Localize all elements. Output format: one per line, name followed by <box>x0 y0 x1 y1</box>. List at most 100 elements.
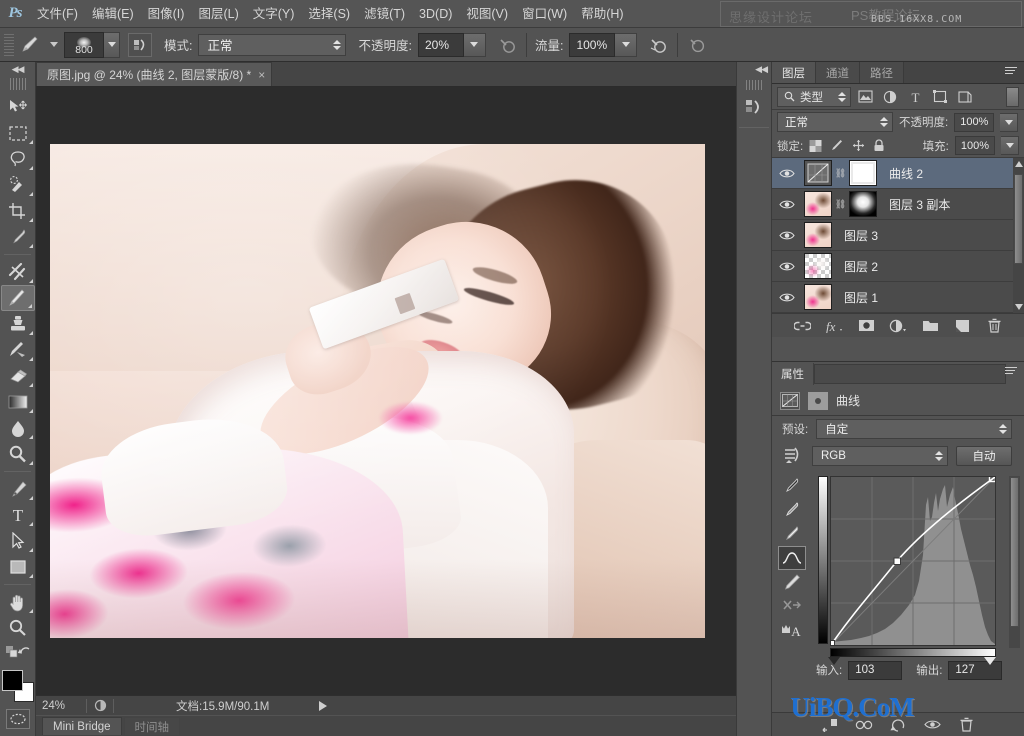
menu-type[interactable]: 文字(Y) <box>246 0 302 28</box>
tools-collapse-button[interactable]: ◀◀ <box>0 62 35 76</box>
auto-button[interactable]: 自动 <box>956 446 1012 466</box>
black-point-eyedropper-icon[interactable] <box>778 474 806 498</box>
menu-view[interactable]: 视图(V) <box>459 0 515 28</box>
menu-help[interactable]: 帮助(H) <box>574 0 630 28</box>
layer-row-layer-1[interactable]: 图层 1 <box>772 282 1024 313</box>
layer-mask-thumbnail[interactable] <box>849 160 877 186</box>
menu-edit[interactable]: 编辑(E) <box>85 0 141 28</box>
layer-row-curves-2[interactable]: ⛓ 曲线 2 <box>772 158 1024 189</box>
clip-to-layer-icon[interactable] <box>808 391 828 410</box>
path-selection-tool[interactable] <box>1 528 35 554</box>
layer-thumbnail-image[interactable] <box>804 284 832 310</box>
filter-smart-object-icon[interactable] <box>954 87 976 107</box>
lock-position-icon[interactable] <box>852 139 865 152</box>
delete-layer-icon[interactable] <box>985 317 1003 335</box>
layer-visibility-toggle[interactable] <box>774 261 800 272</box>
menu-filter[interactable]: 滤镜(T) <box>357 0 412 28</box>
scrollbar-thumb[interactable] <box>1014 174 1023 264</box>
black-point-slider[interactable] <box>828 657 840 665</box>
crop-tool[interactable] <box>1 198 35 224</box>
history-brush-tool[interactable] <box>1 337 35 363</box>
default-colors-icon[interactable] <box>1 641 35 663</box>
layer-row-layer-3[interactable]: 图层 3 <box>772 220 1024 251</box>
filter-pixel-icon[interactable] <box>854 87 876 107</box>
edit-points-curve-icon[interactable] <box>778 546 806 570</box>
scroll-up-arrow-icon[interactable] <box>1013 158 1024 170</box>
tablet-pressure-size-icon[interactable] <box>684 32 710 58</box>
tab-properties[interactable]: 属性 <box>772 363 814 385</box>
layer-filter-type-select[interactable]: 类型 <box>777 86 851 107</box>
status-expand-arrow-icon[interactable] <box>319 700 328 711</box>
airbrush-toggle-icon[interactable] <box>128 32 152 57</box>
scroll-down-arrow-icon[interactable] <box>1013 301 1024 313</box>
layer-visibility-toggle[interactable] <box>774 292 800 303</box>
menu-select[interactable]: 选择(S) <box>301 0 357 28</box>
tab-channels[interactable]: 通道 <box>816 62 860 83</box>
layer-list[interactable]: ⛓ 曲线 2 ⛓ 图层 3 副本 图层 3 图层 2 图层 1 <box>772 158 1024 313</box>
channel-select[interactable]: RGB <box>812 446 948 466</box>
layer-mask-thumbnail[interactable] <box>849 191 877 217</box>
type-tool[interactable]: T <box>1 502 35 528</box>
dodge-tool[interactable] <box>1 441 35 467</box>
opacity-dropdown[interactable] <box>463 32 486 57</box>
blend-mode-select[interactable]: 正常 <box>198 33 347 56</box>
opacity-pressure-icon[interactable] <box>494 32 520 58</box>
layer-visibility-toggle[interactable] <box>774 168 800 179</box>
lasso-tool[interactable] <box>1 146 35 172</box>
layer-row-layer-2[interactable]: 图层 2 <box>772 251 1024 282</box>
curves-graph[interactable] <box>818 476 996 665</box>
foreground-color-swatch[interactable] <box>1 670 23 691</box>
history-panel-icon[interactable] <box>738 93 770 123</box>
clipping-warning-icon[interactable]: A <box>778 618 806 642</box>
tab-timeline[interactable]: 时间轴 <box>123 717 181 735</box>
lock-image-pixels-icon[interactable] <box>830 139 844 152</box>
rectangle-tool[interactable] <box>1 554 35 580</box>
panel-menu-icon[interactable] <box>1005 367 1019 379</box>
delete-adjustment-icon[interactable] <box>957 716 975 734</box>
panel-menu-icon[interactable] <box>1005 67 1019 79</box>
add-layer-mask-icon[interactable] <box>857 317 875 335</box>
menu-3d[interactable]: 3D(D) <box>412 0 459 28</box>
lock-all-icon[interactable] <box>873 139 885 152</box>
brush-preset-chevron-down-icon[interactable] <box>50 42 58 47</box>
document-tab[interactable]: 原图.jpg @ 24% (曲线 2, 图层蒙版/8) * × <box>36 62 273 86</box>
clip-to-layer-toggle-icon[interactable] <box>821 716 839 734</box>
menu-layer[interactable]: 图层(L) <box>191 0 245 28</box>
link-layers-icon[interactable] <box>793 317 811 335</box>
dock-expand-button[interactable]: ◀◀ <box>737 62 771 76</box>
opacity-input[interactable]: 20% <box>417 32 464 57</box>
lock-transparent-pixels-icon[interactable] <box>809 139 822 152</box>
properties-scrollbar[interactable] <box>1009 476 1020 648</box>
healing-brush-tool[interactable] <box>1 259 35 285</box>
input-value-field[interactable]: 103 <box>848 660 903 680</box>
pen-tool[interactable] <box>1 476 35 502</box>
clone-stamp-tool[interactable] <box>1 311 35 337</box>
canvas-area[interactable] <box>36 87 736 695</box>
zoom-tool[interactable] <box>1 615 35 641</box>
tools-panel-grip[interactable] <box>9 78 26 90</box>
curve-grid[interactable] <box>830 476 996 646</box>
layer-thumbnail-image[interactable] <box>804 191 832 217</box>
hand-tool[interactable] <box>1 589 35 615</box>
new-group-icon[interactable] <box>921 317 939 335</box>
filter-type-icon[interactable]: T <box>904 87 926 107</box>
layer-visibility-toggle[interactable] <box>774 230 800 241</box>
layer-opacity-value[interactable]: 100% <box>954 112 995 132</box>
tab-paths[interactable]: 路径 <box>860 62 904 83</box>
scrollbar-thumb[interactable] <box>1010 477 1019 627</box>
airbrush-mode-icon[interactable] <box>645 32 671 58</box>
color-swatches[interactable] <box>1 669 35 703</box>
layer-blend-mode-select[interactable]: 正常 <box>777 112 893 132</box>
eraser-tool[interactable] <box>1 363 35 389</box>
flow-dropdown[interactable] <box>615 32 638 57</box>
blur-tool[interactable] <box>1 415 35 441</box>
curve-pencil-mode-icon[interactable] <box>782 447 804 465</box>
tab-layers[interactable]: 图层 <box>772 62 816 83</box>
close-icon[interactable]: × <box>258 69 265 81</box>
eyedropper-tool[interactable] <box>1 224 35 250</box>
quick-selection-tool[interactable] <box>1 172 35 198</box>
new-adjustment-layer-icon[interactable] <box>889 317 907 335</box>
dock-grip[interactable] <box>746 80 762 90</box>
filter-shape-icon[interactable] <box>929 87 951 107</box>
layer-thumbnail-image[interactable] <box>804 253 832 279</box>
